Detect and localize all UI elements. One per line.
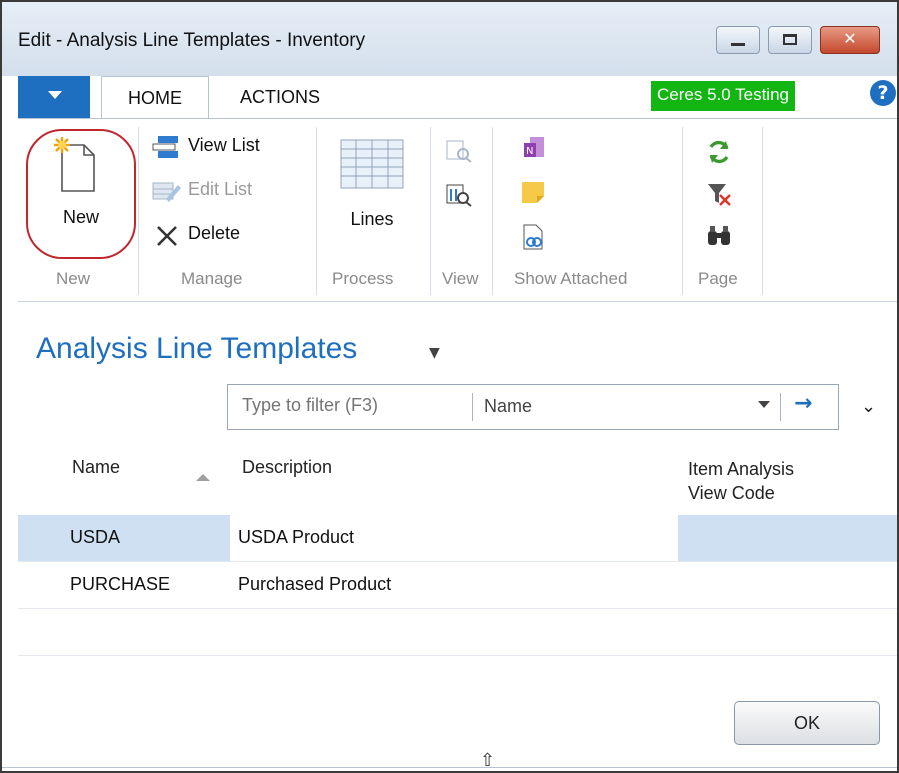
minimize-button[interactable] bbox=[716, 26, 760, 54]
environment-badge: Ceres 5.0 Testing bbox=[651, 81, 795, 111]
lines-label: Lines bbox=[350, 209, 394, 229]
minimize-icon bbox=[731, 43, 745, 46]
maximize-icon bbox=[783, 34, 797, 45]
table-row[interactable]: PURCHASE Purchased Product bbox=[18, 562, 897, 609]
cell-description[interactable]: USDA Product bbox=[238, 527, 354, 548]
view-list-button[interactable]: View List bbox=[152, 133, 302, 161]
group-label-view: View bbox=[442, 269, 479, 288]
close-icon: ✕ bbox=[843, 29, 857, 48]
cell-name[interactable]: PURCHASE bbox=[70, 574, 170, 595]
lines-grid-icon bbox=[340, 139, 404, 189]
title-bar: Edit - Analysis Line Templates - Invento… bbox=[2, 2, 897, 76]
group-separator bbox=[492, 127, 493, 295]
window-title: Edit - Analysis Line Templates - Invento… bbox=[18, 30, 366, 51]
filter-input[interactable] bbox=[242, 395, 462, 416]
edit-list-label: Edit List bbox=[188, 179, 253, 199]
delete-icon bbox=[157, 226, 177, 246]
column-header-view-code[interactable]: Item Analysis View Code bbox=[688, 457, 794, 505]
edit-list-button[interactable]: Edit List bbox=[152, 177, 302, 205]
cell-description[interactable]: Purchased Product bbox=[238, 574, 391, 595]
tab-home[interactable]: HOME bbox=[101, 76, 209, 118]
sort-ascending-icon bbox=[196, 474, 210, 481]
group-label-process: Process bbox=[332, 269, 394, 288]
table-row-empty[interactable] bbox=[18, 609, 897, 656]
expand-chevron-icon[interactable]: ⌄ bbox=[861, 396, 876, 417]
lines-button[interactable]: Lines bbox=[322, 133, 422, 253]
svg-text:N: N bbox=[526, 146, 533, 157]
column-header-view-code-line2: View Code bbox=[688, 483, 775, 503]
delete-button[interactable]: Delete bbox=[152, 221, 302, 249]
refresh-icon[interactable] bbox=[706, 139, 732, 165]
new-document-icon bbox=[54, 137, 95, 192]
close-button[interactable]: ✕ bbox=[820, 26, 880, 54]
arrow-right-icon[interactable]: → bbox=[794, 391, 812, 416]
group-label-show-attached: Show Attached bbox=[514, 269, 628, 288]
column-header-view-code-line1: Item Analysis bbox=[688, 459, 795, 479]
new-button-label: New bbox=[62, 207, 99, 227]
note-icon[interactable] bbox=[520, 179, 546, 205]
group-separator bbox=[316, 127, 317, 295]
view-icon[interactable] bbox=[446, 139, 472, 163]
ribbon: New New View List Edit List Delete Manag… bbox=[18, 118, 897, 302]
view-icon[interactable] bbox=[446, 183, 472, 207]
application-menu-button[interactable] bbox=[18, 76, 90, 118]
clear-filter-icon[interactable] bbox=[706, 181, 732, 207]
tab-actions[interactable]: ACTIONS bbox=[240, 76, 320, 118]
cell-description-editor[interactable]: USDA Product bbox=[230, 515, 678, 561]
ribbon-tab-row: HOME ACTIONS Ceres 5.0 Testing ? bbox=[18, 76, 897, 118]
help-icon[interactable]: ? bbox=[870, 80, 896, 106]
filter-field-select[interactable]: Name bbox=[484, 396, 532, 417]
filter-separator bbox=[780, 393, 781, 421]
edit-list-icon bbox=[152, 182, 181, 202]
group-separator bbox=[762, 127, 763, 295]
filter-separator bbox=[472, 393, 473, 421]
group-label-new: New bbox=[56, 269, 91, 288]
cell-name[interactable]: USDA bbox=[70, 527, 120, 548]
group-separator bbox=[682, 127, 683, 295]
column-header-description[interactable]: Description bbox=[242, 457, 332, 478]
group-separator bbox=[430, 127, 431, 295]
chevron-down-icon[interactable] bbox=[758, 401, 770, 408]
bottom-border bbox=[2, 767, 897, 768]
onenote-icon[interactable]: N bbox=[520, 135, 546, 161]
ok-button[interactable]: OK bbox=[734, 701, 880, 745]
dialog-window: Edit - Analysis Line Templates - Invento… bbox=[0, 0, 899, 773]
group-label-manage: Manage bbox=[181, 269, 243, 288]
table-row[interactable]: USDA USDA Product bbox=[18, 515, 897, 562]
view-list-label: View List bbox=[188, 135, 260, 155]
new-button[interactable]: New bbox=[36, 133, 126, 253]
view-list-icon bbox=[152, 136, 178, 158]
delete-label: Delete bbox=[188, 223, 241, 243]
maximize-button[interactable] bbox=[768, 26, 812, 54]
column-header-name[interactable]: Name bbox=[72, 457, 120, 478]
title-dropdown-icon[interactable]: ▼ bbox=[429, 345, 440, 361]
find-icon[interactable] bbox=[706, 223, 732, 249]
page-title[interactable]: Analysis Line Templates bbox=[36, 332, 357, 366]
filter-bar: Name → bbox=[227, 384, 839, 430]
group-separator bbox=[138, 127, 139, 295]
link-icon[interactable] bbox=[520, 223, 546, 251]
group-label-page: Page bbox=[698, 269, 738, 288]
dropdown-arrow-icon bbox=[48, 91, 62, 99]
